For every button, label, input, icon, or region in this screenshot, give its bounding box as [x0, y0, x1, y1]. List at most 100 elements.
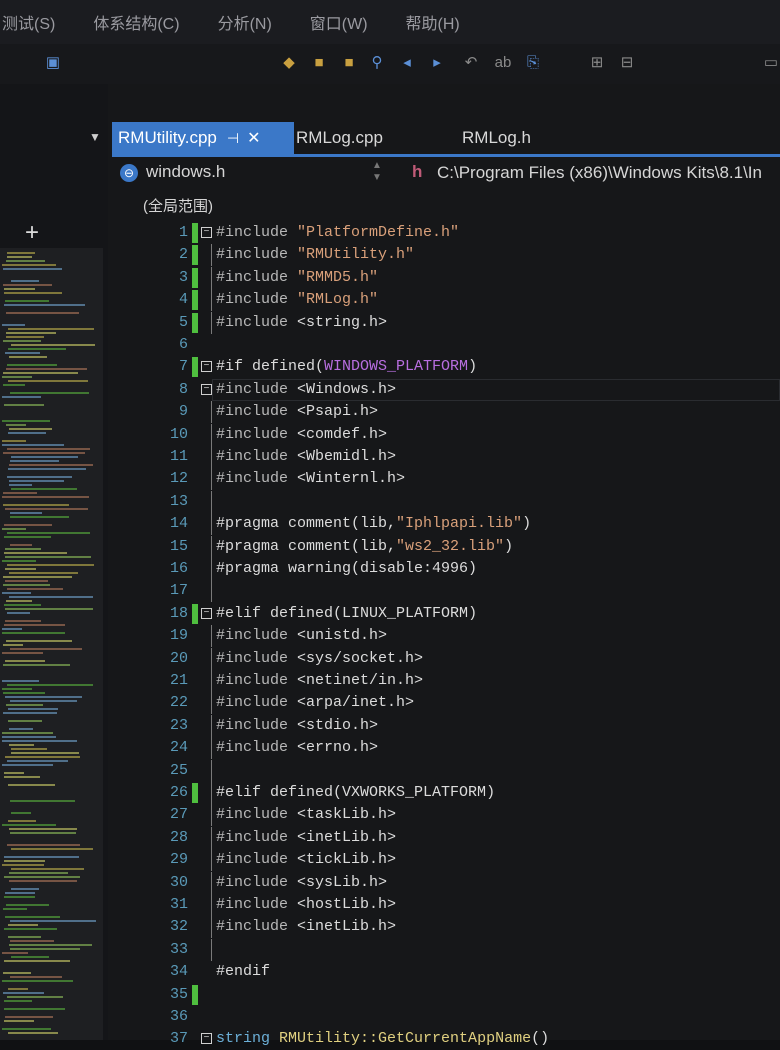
code-line[interactable]: 16 #pragma warning(disable:4996)	[0, 558, 780, 580]
code-line[interactable]: 29 #include <tickLib.h>	[0, 849, 780, 872]
code-line[interactable]: 22 #include <arpa/inet.h>	[0, 692, 780, 715]
code-line[interactable]: 13	[0, 490, 780, 513]
forward-icon[interactable]: ▸	[428, 54, 446, 72]
comment-icon[interactable]: ⊞	[588, 54, 606, 72]
solution-icon[interactable]: ▣	[44, 54, 62, 72]
tab-rmutility-cpp[interactable]: RMUtility.cpp ⊣ ✕	[112, 122, 294, 154]
code-line[interactable]: 33	[0, 938, 780, 961]
bookmark-next-icon[interactable]: ■	[340, 54, 358, 72]
code-text: #include "RMLog.h"	[216, 291, 379, 309]
code-line[interactable]: 12 #include <Winternl.h>	[0, 468, 780, 491]
code-line[interactable]: 8 − #include <Windows.h>	[0, 378, 780, 401]
code-line[interactable]: 23 #include <stdio.h>	[0, 714, 780, 737]
code-line[interactable]: 32 #include <inetLib.h>	[0, 916, 780, 939]
tab-rmlog-cpp[interactable]: RMLog.cpp	[290, 122, 389, 154]
close-icon[interactable]: ✕	[247, 130, 260, 147]
code-line[interactable]: 31 #include <hostLib.h>	[0, 894, 780, 916]
code-line[interactable]: 21 #include <netinet/in.h>	[0, 670, 780, 692]
back-icon[interactable]: ◂	[398, 54, 416, 72]
code-line[interactable]: 6	[0, 334, 780, 356]
code-line[interactable]: 18 − #elif defined(LINUX_PLATFORM)	[0, 603, 780, 625]
pin-icon[interactable]: ⊣	[227, 130, 239, 146]
line-number: 31	[169, 896, 188, 913]
fold-guide	[211, 558, 212, 580]
menu-test[interactable]: 测试(S)	[2, 10, 55, 34]
menu-help[interactable]: 帮助(H)	[406, 10, 460, 34]
code-text: #include <Winternl.h>	[216, 470, 406, 488]
code-line[interactable]: 4 #include "RMLog.h"	[0, 289, 780, 312]
line-number: 2	[178, 246, 188, 264]
line-number: 4	[178, 291, 188, 309]
find-icon[interactable]: ⚲	[368, 54, 386, 72]
code-line[interactable]: 36	[0, 1006, 780, 1028]
code-text: #include <netinet/in.h>	[216, 672, 424, 689]
fold-guide	[211, 782, 212, 804]
change-indicator	[192, 312, 198, 333]
tab-dropdown-icon[interactable]: ▼	[88, 128, 102, 146]
fold-guide	[211, 938, 212, 961]
bookmark-icon[interactable]: ◆	[280, 54, 298, 72]
code-text: #elif defined(VXWORKS_PLATFORM)	[216, 784, 496, 801]
code-line[interactable]: 30 #include <sysLib.h>	[0, 871, 780, 894]
line-number: 20	[169, 649, 188, 667]
code-line[interactable]: 37 − string RMUtility::GetCurrentAppName()	[0, 1028, 780, 1050]
menu-architecture[interactable]: 体系结构(C)	[93, 10, 179, 34]
code-line[interactable]: 2 #include "RMUtility.h"	[0, 244, 780, 267]
fold-guide	[211, 580, 212, 603]
line-number: 14	[169, 515, 188, 533]
line-number: 29	[169, 851, 188, 869]
fold-guide	[211, 244, 212, 267]
collapse-icon[interactable]: −	[201, 227, 212, 238]
code-line[interactable]: 20 #include <sys/socket.h>	[0, 647, 780, 670]
scroll-arrows-icon[interactable]: ▲ ▼	[372, 160, 382, 184]
line-number: 6	[178, 336, 188, 353]
collapse-icon[interactable]: −	[201, 383, 212, 395]
code-line[interactable]: 25	[0, 759, 780, 782]
fold-guide	[211, 871, 212, 894]
code-line[interactable]: 14 #pragma comment(lib,"Iphlpapi.lib")	[0, 513, 780, 536]
file-dropdown[interactable]: windows.h	[146, 162, 225, 182]
change-indicator	[192, 357, 198, 378]
code-line[interactable]: 7 − #if defined(WINDOWS_PLATFORM)	[0, 356, 780, 378]
window-icon[interactable]: ▭	[762, 54, 780, 72]
code-line[interactable]: 34 #endif	[0, 961, 780, 983]
undo-icon[interactable]: ↶	[462, 54, 480, 72]
file-path[interactable]: C:\Program Files (x86)\Windows Kits\8.1\…	[437, 163, 762, 183]
code-line[interactable]: 10 #include <comdef.h>	[0, 423, 780, 446]
spell-icon[interactable]: ab	[494, 54, 512, 72]
code-line[interactable]: 19 #include <unistd.h>	[0, 625, 780, 648]
code-line[interactable]: 27 #include <taskLib.h>	[0, 804, 780, 827]
code-line[interactable]: 28 #include <inetLib.h>	[0, 826, 780, 849]
line-number: 32	[169, 918, 188, 936]
collapse-icon[interactable]: −	[201, 1033, 212, 1045]
code-line[interactable]: 3 #include "RMMD5.h"	[0, 266, 780, 289]
code-line[interactable]: 35	[0, 984, 780, 1006]
line-number: 7	[178, 358, 188, 376]
code-text: #include "PlatformDefine.h"	[216, 224, 460, 241]
code-line[interactable]: 11 #include <Wbemidl.h>	[0, 446, 780, 468]
line-number: 34	[169, 963, 188, 981]
tab-rmlog-h[interactable]: RMLog.h	[456, 122, 537, 154]
code-line[interactable]: 5 #include <string.h>	[0, 311, 780, 334]
code-line[interactable]: 17	[0, 580, 780, 603]
code-text: #pragma comment(lib,"ws2_32.lib")	[216, 537, 514, 555]
code-line[interactable]: 1 − #include "PlatformDefine.h"	[0, 222, 780, 244]
collapse-icon[interactable]: −	[201, 361, 212, 373]
uncomment-icon[interactable]: ⊟	[618, 54, 636, 72]
code-line[interactable]: 9 #include <Psapi.h>	[0, 401, 780, 424]
menu-analyze[interactable]: 分析(N)	[218, 10, 272, 34]
code-text: string RMUtility::GetCurrentAppName()	[216, 1030, 550, 1048]
code-line[interactable]: 15 #pragma comment(lib,"ws2_32.lib")	[0, 535, 780, 558]
format-icon[interactable]: ⎘	[524, 54, 542, 72]
code-line[interactable]: 26 #elif defined(VXWORKS_PLATFORM)	[0, 782, 780, 804]
fold-guide	[211, 446, 212, 468]
code-line[interactable]: 24 #include <errno.h>	[0, 737, 780, 760]
scope-dropdown[interactable]: (全局范围)	[143, 195, 213, 216]
code-text: #pragma warning(disable:4996)	[216, 560, 478, 577]
menu-window[interactable]: 窗口(W)	[310, 10, 368, 34]
code-text: #include "RMUtility.h"	[216, 246, 415, 264]
collapse-icon[interactable]: −	[201, 607, 212, 619]
line-number: 16	[169, 560, 188, 577]
bookmark-prev-icon[interactable]: ■	[310, 54, 328, 72]
line-number: 10	[169, 425, 188, 443]
